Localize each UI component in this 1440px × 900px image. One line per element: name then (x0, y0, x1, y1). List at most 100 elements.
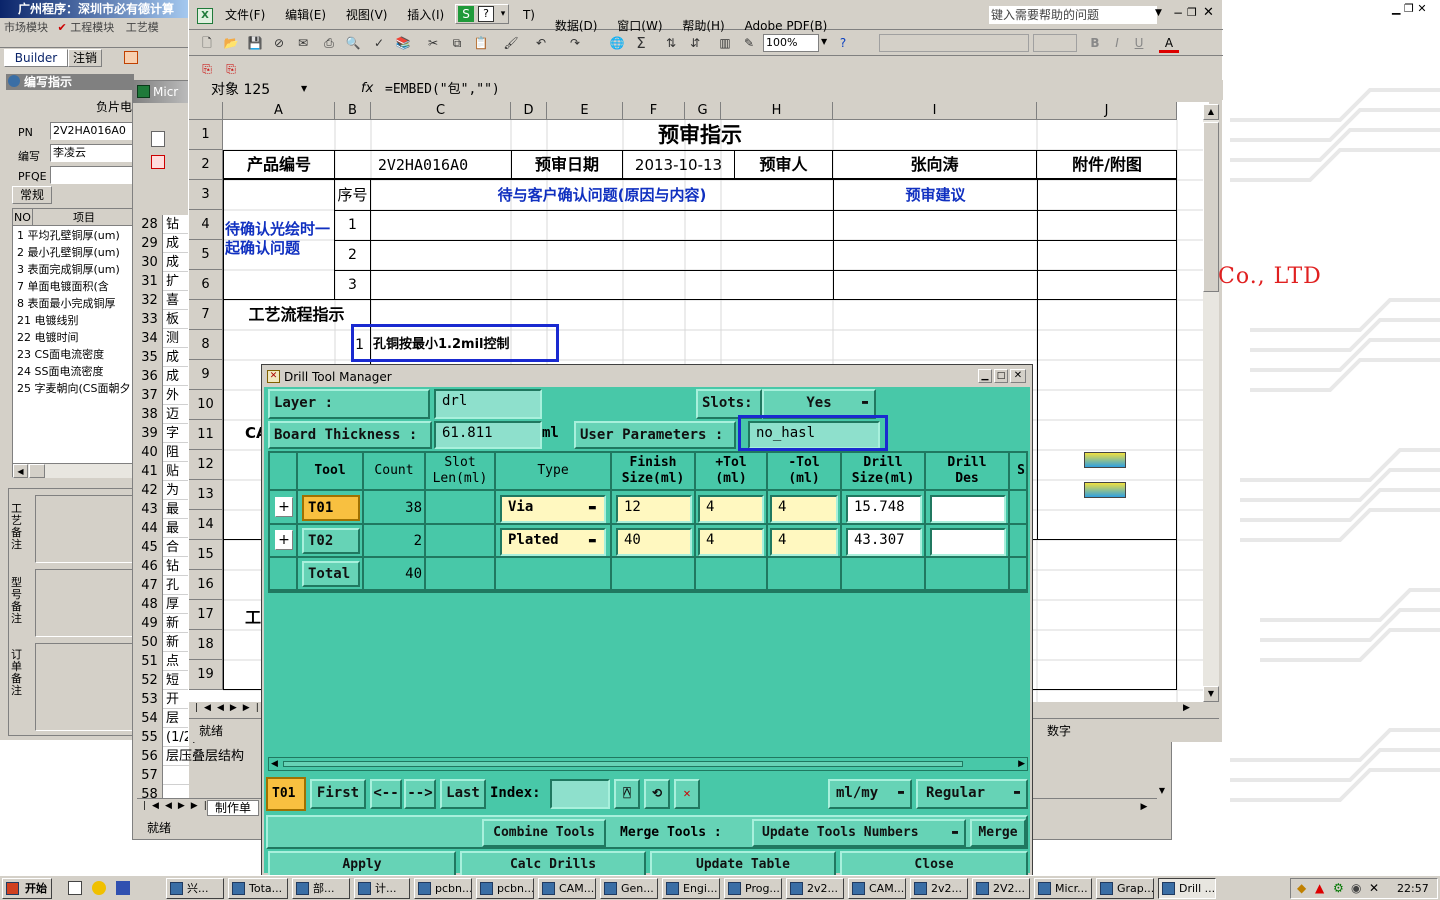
row-header[interactable]: 18 (189, 630, 223, 660)
excel2-row[interactable]: 30 成 (137, 253, 189, 272)
des-t01-input[interactable] (930, 495, 1006, 523)
select-all-corner[interactable] (189, 102, 223, 120)
taskbar-button[interactable]: Grap... (1096, 878, 1154, 899)
office-help-icon[interactable]: ? (833, 33, 853, 53)
embedded-object-2[interactable] (1084, 482, 1126, 498)
attach-label[interactable]: 附件/附图 (1037, 150, 1177, 180)
excel2-row[interactable]: 57 (137, 766, 189, 785)
side-tab-process[interactable]: 工艺备注 (11, 503, 25, 551)
print-icon[interactable]: ⎙ (319, 33, 339, 53)
advice-header[interactable]: 预审建议 (834, 180, 1037, 210)
sort-descending-icon[interactable]: ⇵ (685, 33, 705, 53)
sheet-tab-production[interactable]: 制作单 (207, 800, 259, 816)
excel2-row[interactable]: 37 外 (137, 386, 189, 405)
seq-header[interactable]: 序号 (335, 180, 370, 210)
taskbar-button[interactable]: Prog... (724, 878, 782, 899)
order-notes-box[interactable] (35, 643, 133, 731)
col-header-f[interactable]: F (623, 102, 685, 120)
flow-label[interactable]: 工艺流程指示 (223, 300, 370, 330)
close-button[interactable]: Close (840, 851, 1028, 877)
excel2-row[interactable]: 39 字 (137, 424, 189, 443)
ptol-t01-input[interactable]: 4 (698, 495, 764, 523)
menu-insert[interactable]: 插入(I) (399, 0, 452, 30)
ntol-t02-input[interactable]: 4 (770, 528, 838, 556)
row-header[interactable]: 5 (189, 240, 223, 270)
update-tools-numbers-select[interactable]: Update Tools Numbers ▬ (752, 819, 966, 847)
product-label[interactable]: 产品编号 (223, 150, 335, 180)
embedded-object-1[interactable] (1084, 452, 1126, 468)
tray-icon-1[interactable]: ◆ (1297, 881, 1306, 895)
row-header[interactable]: 2 (189, 150, 223, 180)
ntol-t01-input[interactable]: 4 (770, 495, 838, 523)
list-item[interactable]: 21 电镀线别 (13, 312, 135, 329)
col-header-e[interactable]: E (547, 102, 623, 120)
close-doc-icon[interactable]: ✕ (1203, 5, 1214, 20)
first-button[interactable]: First (310, 779, 366, 809)
scroll-thumb[interactable] (29, 464, 45, 478)
excel2-row[interactable]: 48 厚 (137, 595, 189, 614)
permission-icon[interactable]: ⊘ (269, 33, 289, 53)
spelling-icon[interactable]: ✓ (369, 33, 389, 53)
list-item[interactable]: 24 SS面电流密度 (13, 363, 135, 380)
tray-icon-4[interactable]: ◉ (1351, 881, 1361, 895)
board-thickness-input[interactable]: 61.811 (434, 421, 542, 449)
save-icon[interactable]: 💾 (245, 33, 265, 53)
tab-logout[interactable]: 注销 (68, 49, 102, 67)
taskbar-button[interactable]: CAM... (538, 878, 596, 899)
excel2-row[interactable]: 42 为 (137, 481, 189, 500)
excel2-row[interactable]: 31 扩 (137, 272, 189, 291)
drawing-icon[interactable]: ✎ (739, 33, 759, 53)
name-box[interactable]: 对象 125 (195, 81, 313, 99)
sheet-nav-arrows-icon[interactable]: |◀◀▶▶| (195, 703, 265, 713)
excel2-row[interactable]: 40 阻 (137, 443, 189, 462)
pn-field[interactable]: 2V2HA016A0 (50, 122, 134, 140)
index-input[interactable] (550, 779, 610, 809)
col-header-b[interactable]: B (335, 102, 371, 120)
process-notes-box[interactable] (35, 495, 133, 563)
drill-t02-input[interactable]: 43.307 (846, 528, 922, 556)
zoom-select[interactable]: 100% (763, 34, 819, 52)
drill-minimize-icon[interactable]: ▁ (978, 369, 992, 383)
pdf-convert-icon[interactable]: ⎘ (197, 59, 217, 79)
menu-tools[interactable]: 工具(T) (523, 0, 543, 30)
zoom-dropdown-icon[interactable]: ▼ (821, 37, 827, 46)
excel2-row[interactable]: 43 最 (137, 500, 189, 519)
list-item[interactable]: 22 电镀时间 (13, 329, 135, 346)
excel2-row[interactable]: 32 喜 (137, 291, 189, 310)
excel2-row[interactable]: 49 新 (137, 614, 189, 633)
sort-ascending-icon[interactable]: ⇅ (661, 33, 681, 53)
refresh-icon[interactable]: ⟲ (644, 779, 670, 809)
font-name-select[interactable] (879, 34, 1029, 52)
excel2-row[interactable]: 38 迈 (137, 405, 189, 424)
excel2-row[interactable]: 28 钻 (137, 215, 189, 234)
taskbar-button[interactable]: 计... (354, 878, 410, 899)
row-header[interactable]: 9 (189, 360, 223, 390)
start-button[interactable]: 开始 (2, 878, 52, 899)
minimize-doc-icon[interactable]: − (1173, 6, 1183, 20)
combine-tools-button[interactable]: Combine Tools (482, 819, 606, 847)
print-preview-icon[interactable]: 🔍 (343, 33, 363, 53)
excel-vscrollbar[interactable]: ▲ ▼ (1203, 104, 1219, 702)
pfqe-field[interactable] (50, 166, 134, 184)
redo-icon[interactable]: ↷ (565, 33, 585, 53)
seq-2[interactable]: 2 (335, 240, 370, 270)
menu-view[interactable]: 视图(V) (338, 0, 396, 30)
col-header-d[interactable]: D (511, 102, 547, 120)
row-header[interactable]: 7 (189, 300, 223, 330)
tab-builder[interactable]: Builder (4, 49, 68, 67)
research-icon[interactable]: 📚 (393, 33, 413, 53)
new-icon[interactable] (151, 131, 165, 147)
tray-icon-5[interactable]: ✕ (1369, 881, 1379, 895)
table-scroll-right-icon[interactable]: ▶ (1018, 759, 1025, 769)
taskbar-button[interactable]: 2v2... (786, 878, 844, 899)
excel2-row[interactable]: 46 钻 (137, 557, 189, 576)
paste-icon[interactable]: 📋 (471, 33, 491, 53)
excel2-row[interactable]: 36 成 (137, 367, 189, 386)
excel2-row[interactable]: 53 开 (137, 690, 189, 709)
name-box-dropdown-icon[interactable]: ▼ (301, 84, 307, 93)
excel2-row[interactable]: 52 短 (137, 671, 189, 690)
font-color-icon[interactable]: A (1159, 33, 1179, 53)
row-header[interactable]: 17 (189, 600, 223, 630)
scroll-up-icon[interactable]: ▲ (1203, 104, 1219, 120)
table-hscrollbar[interactable]: ◀ ▶ (268, 757, 1028, 771)
